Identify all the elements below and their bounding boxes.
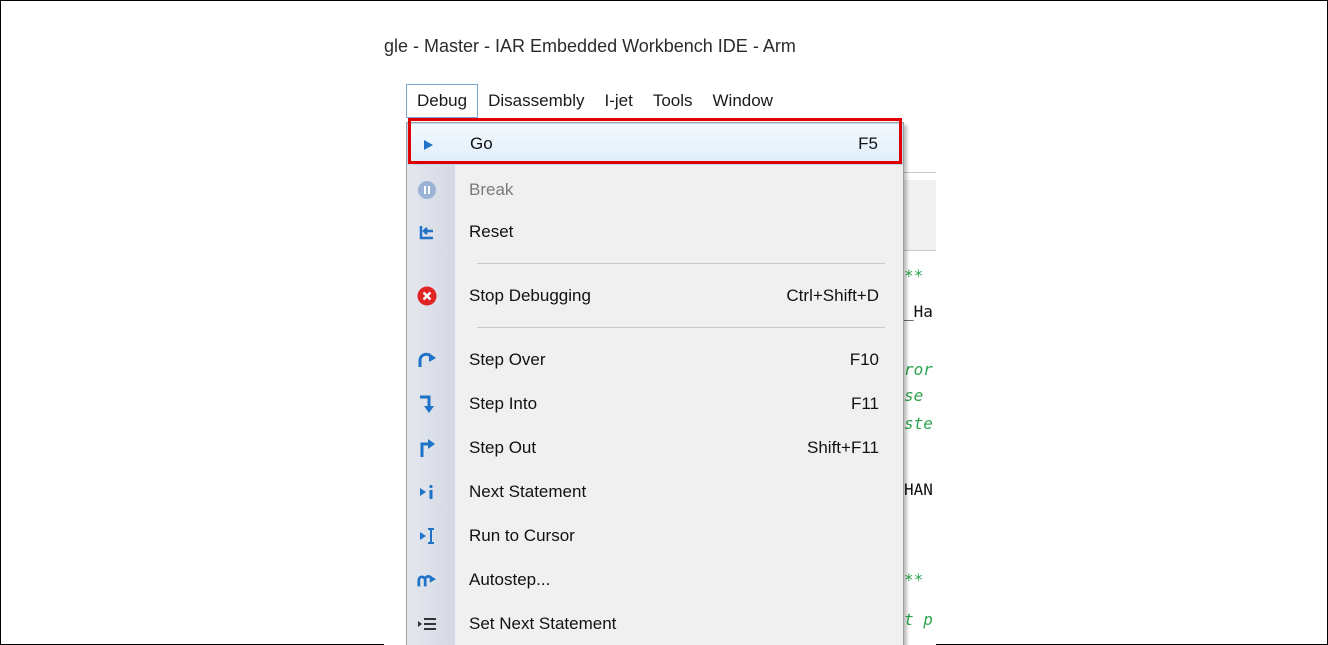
shortcut-label: F5: [858, 134, 878, 153]
stop-icon: [417, 286, 437, 306]
menu-item-next-statement[interactable]: Next Statement: [407, 471, 903, 513]
step-out-icon: [417, 438, 437, 458]
shortcut-label: F11: [850, 394, 879, 413]
shortcut-label: F10: [849, 350, 879, 369]
next-statement-icon: [417, 482, 437, 502]
run-to-cursor-icon: [417, 526, 437, 546]
code-fragment: ror: [904, 360, 933, 379]
menu-item-go[interactable]: Go F5: [407, 123, 903, 165]
menu-item-label: Set Next Statement: [469, 614, 617, 633]
shortcut-label: Ctrl+Shift+D: [786, 286, 879, 305]
menu-item-label: Run to Cursor: [469, 526, 575, 545]
menu-window[interactable]: Window: [703, 84, 783, 118]
menu-item-label: Stop Debugging: [469, 286, 591, 305]
step-over-icon: [417, 350, 437, 370]
menu-separator: [477, 327, 885, 328]
menu-item-label: Step Out: [469, 438, 537, 457]
window-title: gle - Master - IAR Embedded Workbench ID…: [384, 36, 796, 56]
play-icon: [418, 135, 438, 155]
menu-separator: [477, 263, 885, 264]
code-fragment: se: [904, 386, 924, 405]
menu-item-run-to-cursor[interactable]: Run to Cursor: [407, 515, 903, 557]
autostep-icon: [417, 570, 437, 590]
pause-icon: [417, 180, 437, 200]
menu-ijet[interactable]: I-jet: [594, 84, 642, 118]
menu-item-label: Autostep...: [469, 570, 551, 589]
menu-item-step-over[interactable]: Step Over F10: [407, 339, 903, 381]
step-into-icon: [417, 394, 437, 414]
menu-item-break[interactable]: Break: [407, 169, 903, 211]
menu-item-label: Next Statement: [469, 482, 587, 501]
menu-tools[interactable]: Tools: [643, 84, 703, 118]
menu-item-step-out[interactable]: Step Out Shift+F11: [407, 427, 903, 469]
menu-item-autostep[interactable]: Autostep...: [407, 559, 903, 601]
code-fragment: **: [904, 266, 924, 285]
menu-item-label: Step Over: [469, 350, 546, 369]
menu-disassembly[interactable]: Disassembly: [478, 84, 594, 118]
ide-screenshot: gle - Master - IAR Embedded Workbench ID…: [384, 30, 936, 645]
menu-item-stop-debugging[interactable]: Stop Debugging Ctrl+Shift+D: [407, 275, 903, 317]
code-fragment: _Ha: [904, 302, 933, 321]
code-fragment: t p: [904, 610, 933, 629]
menu-item-label: Break: [469, 180, 514, 199]
menu-debug[interactable]: Debug: [406, 84, 479, 118]
debug-dropdown-menu: Go F5 Break Reset Stop Debugging Ctrl+Sh…: [406, 122, 904, 645]
editor-tabstrip: [900, 180, 936, 251]
menu-item-label: Go: [470, 134, 493, 153]
reset-icon: [417, 222, 437, 242]
menu-item-step-into[interactable]: Step Into F11: [407, 383, 903, 425]
shortcut-label: Shift+F11: [807, 438, 879, 457]
menu-item-set-next-statement[interactable]: Set Next Statement: [407, 603, 903, 645]
menu-item-label: Step Into: [469, 394, 538, 413]
menu-item-reset[interactable]: Reset: [407, 211, 903, 253]
code-fragment: ste: [904, 414, 933, 433]
code-fragment: **: [904, 570, 924, 589]
code-fragment: HAN: [904, 480, 933, 499]
menu-bar: Debug Disassembly I-jet Tools Window: [406, 84, 783, 118]
menu-item-label: Reset: [469, 222, 514, 241]
set-next-statement-icon: [417, 614, 437, 634]
